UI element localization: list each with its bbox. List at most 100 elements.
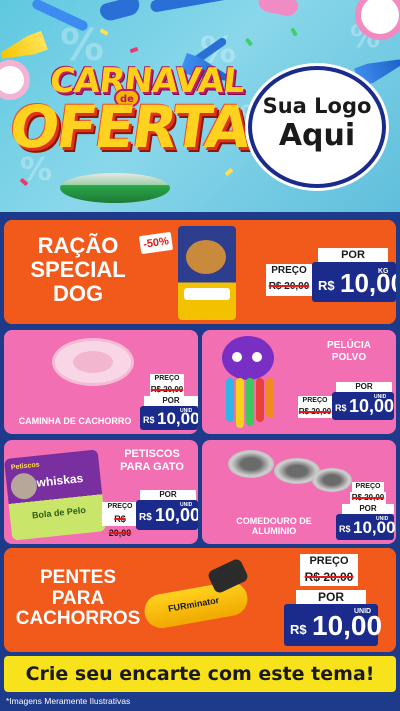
dog-bed-cushion [73,351,113,373]
por-label: POR [342,504,394,514]
price-value: 10,00 [353,518,396,537]
price-unit: UNID [374,394,387,400]
product-name-line: PARA [51,587,105,609]
price-tag: R$ 10,00 UNID [136,500,198,530]
cta-banner[interactable]: Crie seu encarte com este tema! [4,656,396,692]
carnival-title: CARNAVAL de OFERTAS [5,55,293,205]
price-value: 10,00 [349,396,395,416]
streamer [149,0,231,13]
price-tag: R$ 10,00 UNID [336,514,396,540]
deshedding-brush-image: FURminator [141,579,251,631]
product-name-line: PENTES [39,567,117,588]
price-unit: UNID [180,502,193,508]
price-label: PREÇO [150,374,184,384]
price-label: PREÇO [266,264,312,278]
package-brand: whiskas [35,471,84,490]
product-name: PELÚCIA POLVO [312,340,386,363]
price-tag: R$ 10,00 UNID [140,406,198,430]
product-name: PENTES PARA CACHORROS [10,567,146,630]
package-brand-top: Petiscos [10,461,40,472]
currency: R$ [139,512,152,523]
price-unit: UNID [376,516,389,522]
confetti [244,37,254,47]
price-tag: R$ 10,00 UNID [284,604,382,646]
logo-text-line1: Sua Logo [262,94,372,118]
price-value: 10,00 [155,505,198,525]
cat-face-icon [9,471,39,501]
por-label: POR [144,396,198,406]
old-price: R$ 20,00 [300,568,358,586]
old-price: R$ 20,00 [266,278,312,296]
package-flavor: Bola de Pelo [31,504,87,521]
price-unit: KG [378,268,389,275]
drum-icon [60,173,170,203]
price-unit: UNID [354,608,372,615]
por-label: POR [336,382,392,392]
price-label: PREÇO [352,482,384,492]
product-name: RAÇÃO SPECIAL DOG [18,234,138,305]
disclaimer-bar: *Imagens Meramente Ilustrativas [0,694,400,711]
toy-tentacle [256,378,264,422]
currency: R$ [339,524,351,534]
product-card-petiscos: Petiscos whiskas Bola de Pelo PETISCOS P… [4,440,198,544]
toy-tentacle [246,378,254,426]
product-name: COMEDOURO DE ALUMINIO [222,516,326,537]
product-name-line: RAÇÃO [37,233,119,258]
discount-badge: -50% [138,231,174,255]
product-name-line: POLVO [331,351,367,363]
toy-tentacle [266,378,274,418]
currency: R$ [318,278,335,293]
brush-brand: FURminator [167,595,220,614]
dog-face-icon [186,240,226,274]
currency: R$ [335,403,347,413]
price-label: PREÇO [300,554,358,568]
product-card-caminha: PREÇO R$ 20,00 POR CAMINHA DE CACHORRO R… [4,330,198,434]
old-price: R$ 20,00 [102,512,138,538]
por-label: POR [140,490,196,500]
product-name-line: PETISCOS [124,448,180,460]
metal-bowl-image [228,450,274,478]
header-banner: % % % % % % CARNAVAL de OFERTAS Sua Logo… [0,0,400,212]
confetti [129,46,139,54]
carnival-mask-icon [98,0,142,23]
product-card-pelucia: PELÚCIA POLVO PREÇO R$ 20,00 POR R$ 10,0… [202,330,396,434]
old-price: R$ 20,00 [298,406,332,418]
currency: R$ [290,622,307,637]
por-label: POR [296,590,366,604]
price-tag: R$ 10,00 KG [312,262,396,302]
product-name-line: COMEDOURO DE [236,516,312,526]
brand-label [184,288,230,300]
product-name-line: ALUMINIO [251,526,297,537]
dog-food-bag-image [178,226,236,320]
product-card-pentes: PENTES PARA CACHORROS FURminator PREÇO R… [4,548,396,652]
toy-eye [252,352,262,362]
por-label: POR [318,248,388,262]
price-tag: R$ 10,00 UNID [332,392,394,420]
confetti [290,27,298,37]
carnival-mask-icon [256,0,300,18]
product-name: CAMINHA DE CACHORRO [18,416,132,426]
toy-eye [232,352,242,362]
octopus-toy-image [222,336,274,380]
product-name-line: SPECIAL [30,256,126,282]
dog-bed-image [52,338,134,386]
logo-placeholder: Sua Logo Aqui [248,66,386,188]
disclaimer-text: *Imagens Meramente Ilustrativas [6,696,131,706]
product-card-racao: RAÇÃO SPECIAL DOG -50% PREÇO R$ 20,00 PO… [4,220,396,324]
price-unit: UNID [180,408,193,414]
product-card-comedouro: PREÇO R$ 20,00 POR COMEDOURO DE ALUMINIO… [202,440,396,544]
product-name-line: CACHORROS [15,608,141,630]
old-price: R$ 20,00 [350,492,386,504]
cat-treat-package-image: Petiscos whiskas Bola de Pelo [4,449,107,541]
price-label: PREÇO [102,502,138,512]
logo-text-line2: Aqui [278,118,356,153]
old-price: R$ 20,00 [150,384,184,396]
product-name-line: PELÚCIA [327,340,371,351]
price-value: 10,00 [312,610,383,641]
metal-bowl-image [312,468,352,492]
currency: R$ [143,415,155,425]
price-label: PREÇO [298,396,332,406]
product-name: PETISCOS PARA GATO [112,448,192,473]
toy-tentacle [236,378,244,428]
product-name-line: DOG [52,280,104,306]
